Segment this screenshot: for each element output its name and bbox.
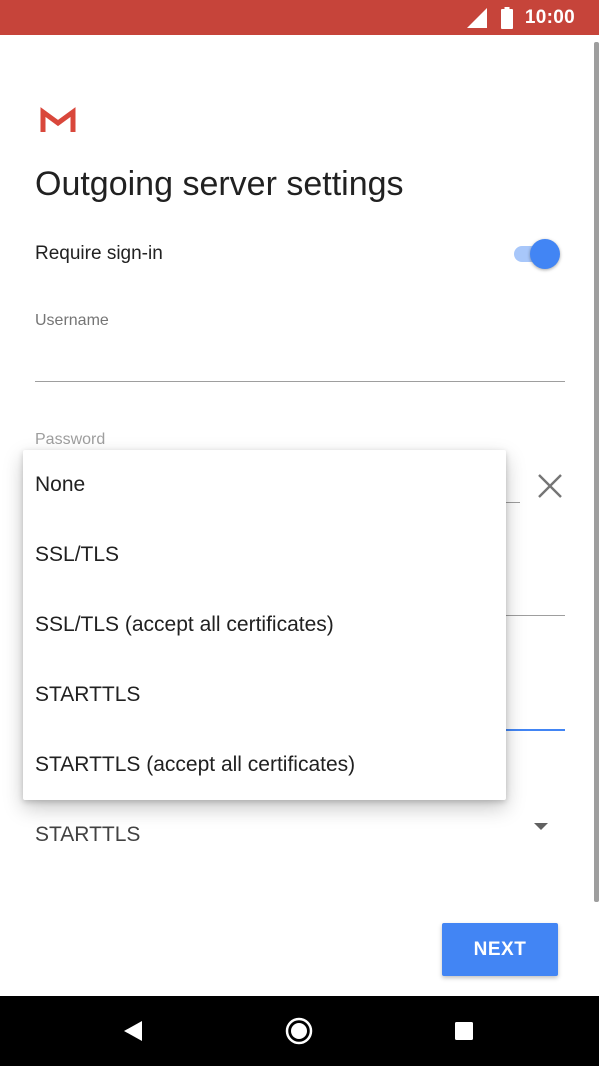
menu-item-starttls[interactable]: STARTTLS <box>23 660 506 730</box>
next-button[interactable]: NEXT <box>442 923 558 976</box>
menu-item-ssl-tls[interactable]: SSL/TLS <box>23 520 506 590</box>
password-label: Password <box>35 431 106 448</box>
toggle-thumb <box>530 239 560 269</box>
menu-item-none[interactable]: None <box>23 450 506 520</box>
username-input[interactable] <box>35 345 565 379</box>
navigation-bar <box>0 996 599 1066</box>
require-sign-in-toggle[interactable] <box>512 238 560 270</box>
scrollbar[interactable] <box>594 42 599 902</box>
require-sign-in-label: Require sign-in <box>35 243 163 264</box>
security-type-select[interactable]: STARTTLS <box>35 823 140 847</box>
signal-icon <box>466 7 487 28</box>
username-underline <box>35 381 565 382</box>
close-icon[interactable] <box>534 470 566 502</box>
battery-icon <box>500 6 513 29</box>
recents-icon[interactable] <box>455 1022 473 1040</box>
page-title: Outgoing server settings <box>35 165 404 203</box>
back-icon[interactable] <box>122 1019 144 1043</box>
menu-item-ssl-tls-accept-all[interactable]: SSL/TLS (accept all certificates) <box>23 590 506 660</box>
menu-item-starttls-accept-all[interactable]: STARTTLS (accept all certificates) <box>23 730 506 800</box>
status-time: 10:00 <box>524 6 575 28</box>
dropdown-arrow-icon[interactable] <box>532 820 550 832</box>
username-label: Username <box>35 312 109 329</box>
gmail-logo-icon <box>40 107 76 132</box>
status-bar: 10:00 <box>0 0 599 35</box>
security-options-menu: None SSL/TLS SSL/TLS (accept all certifi… <box>23 450 506 800</box>
home-icon[interactable] <box>285 1017 313 1045</box>
